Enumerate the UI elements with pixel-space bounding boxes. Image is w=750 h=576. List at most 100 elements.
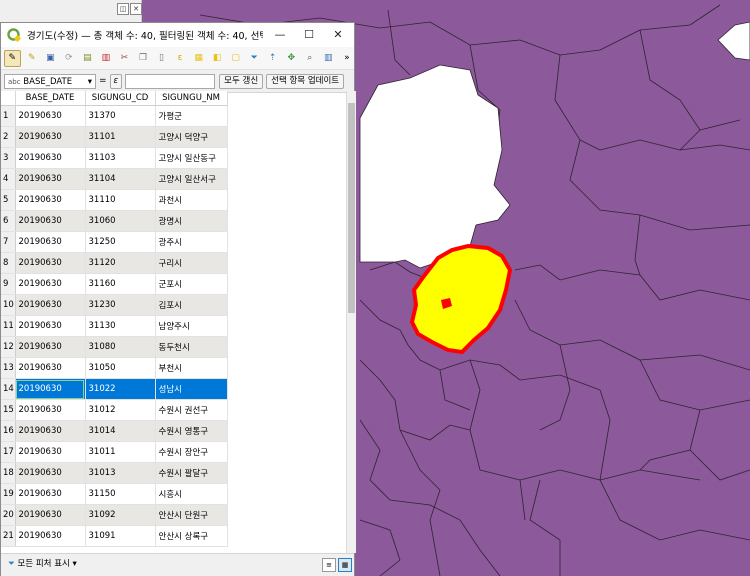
cell-sigungu-cd[interactable]: 31130 [85, 315, 156, 337]
new-field-icon[interactable]: ▥ [321, 51, 336, 66]
cell-base-date[interactable]: 20190630 [15, 210, 86, 232]
expression-input[interactable] [125, 73, 216, 89]
select-all-icon[interactable]: ▦ [191, 51, 206, 66]
toggle-edit-icon[interactable]: ✎ [4, 49, 21, 67]
cell-sigungu-cd[interactable]: 31050 [85, 357, 156, 379]
cell-sigungu-nm[interactable]: 구리시 [155, 252, 228, 274]
row-number[interactable]: 4 [1, 168, 16, 190]
cell-base-date[interactable]: 20190630 [15, 483, 86, 505]
cell-base-date[interactable]: 20190630 [15, 231, 86, 253]
cell-sigungu-cd[interactable]: 31011 [85, 441, 156, 463]
toolbar-overflow-button[interactable]: » [340, 51, 355, 66]
row-number[interactable]: 1 [1, 105, 16, 127]
cell-sigungu-cd[interactable]: 31014 [85, 420, 156, 442]
cell-sigungu-nm[interactable]: 광주시 [155, 231, 228, 253]
maximize-button[interactable]: ☐ [294, 23, 324, 47]
copy-icon[interactable]: ❐ [136, 51, 151, 66]
table-row[interactable]: 5 20190630 31110 과천시 [1, 189, 228, 211]
delete-feature-icon[interactable]: ▥ [99, 51, 114, 66]
cell-sigungu-cd[interactable]: 31230 [85, 294, 156, 316]
title-bar[interactable]: 경기도(수정) — 총 객체 수: 40, 필터링된 객체 수: 40, 선택.… [1, 23, 354, 47]
field-select[interactable]: abc BASE_DATE ▾ [4, 73, 96, 89]
row-number[interactable]: 3 [1, 147, 16, 169]
row-number[interactable]: 9 [1, 273, 16, 295]
cell-sigungu-cd[interactable]: 31103 [85, 147, 156, 169]
corner-header[interactable] [1, 91, 16, 106]
row-number[interactable]: 17 [1, 441, 16, 463]
cell-base-date[interactable]: 20190630 [15, 441, 86, 463]
invert-selection-icon[interactable]: ◧ [210, 51, 225, 66]
vertical-scrollbar[interactable] [346, 91, 356, 553]
table-row[interactable]: 4 20190630 31104 고양시 일산서구 [1, 168, 228, 190]
row-number[interactable]: 20 [1, 504, 16, 526]
cell-sigungu-cd[interactable]: 31104 [85, 168, 156, 190]
row-number[interactable]: 19 [1, 483, 16, 505]
paste-icon[interactable]: ▯ [154, 51, 169, 66]
cell-sigungu-nm[interactable]: 김포시 [155, 294, 228, 316]
column-header-base-date[interactable]: BASE_DATE [15, 91, 86, 106]
row-number[interactable]: 15 [1, 399, 16, 421]
row-number[interactable]: 21 [1, 525, 16, 547]
cell-sigungu-nm[interactable]: 수원시 장안구 [155, 441, 228, 463]
save-edits-icon[interactable]: ▣ [43, 51, 58, 66]
table-row[interactable]: 15 20190630 31012 수원시 권선구 [1, 399, 228, 421]
cell-base-date[interactable]: 20190630 [15, 189, 86, 211]
move-selection-top-icon[interactable]: ⇡ [265, 51, 280, 66]
cell-base-date[interactable]: 20190630 [15, 336, 86, 358]
cell-sigungu-nm[interactable]: 안산시 단원구 [155, 504, 228, 526]
table-row[interactable]: 20 20190630 31092 안산시 단원구 [1, 504, 228, 526]
table-row[interactable]: 21 20190630 31091 안산시 상록구 [1, 525, 228, 547]
update-selected-button[interactable]: 선택 항목 업데이트 [266, 73, 345, 89]
cell-sigungu-nm[interactable]: 수원시 권선구 [155, 399, 228, 421]
cell-sigungu-cd[interactable]: 31092 [85, 504, 156, 526]
cell-sigungu-cd[interactable]: 31370 [85, 105, 156, 127]
deselect-icon[interactable]: ▢ [228, 51, 243, 66]
cell-sigungu-cd[interactable]: 31091 [85, 525, 156, 547]
cell-sigungu-cd[interactable]: 31250 [85, 231, 156, 253]
cell-sigungu-cd[interactable]: 31013 [85, 462, 156, 484]
cell-sigungu-nm[interactable]: 성남시 [155, 378, 228, 400]
filter-icon[interactable]: ⏷ [247, 51, 262, 66]
cell-sigungu-nm[interactable]: 수원시 팔달구 [155, 462, 228, 484]
cell-sigungu-cd[interactable]: 31012 [85, 399, 156, 421]
table-row[interactable]: 19 20190630 31150 시흥시 [1, 483, 228, 505]
cell-sigungu-cd[interactable]: 31160 [85, 273, 156, 295]
cell-sigungu-nm[interactable]: 고양시 일산동구 [155, 147, 228, 169]
cell-sigungu-cd[interactable]: 31080 [85, 336, 156, 358]
row-number[interactable]: 16 [1, 420, 16, 442]
cell-sigungu-nm[interactable]: 동두천시 [155, 336, 228, 358]
cell-base-date[interactable]: 20190630 [15, 378, 86, 400]
cell-sigungu-nm[interactable]: 시흥시 [155, 483, 228, 505]
cell-base-date[interactable]: 20190630 [15, 504, 86, 526]
column-header-sigungu-nm[interactable]: SIGUNGU_NM [155, 91, 228, 106]
pan-to-selection-icon[interactable]: ✥ [284, 51, 299, 66]
table-row[interactable]: 2 20190630 31101 고양시 덕양구 [1, 126, 228, 148]
row-number[interactable]: 5 [1, 189, 16, 211]
cell-sigungu-nm[interactable]: 군포시 [155, 273, 228, 295]
table-row[interactable]: 14 20190630 31022 성남시 [1, 378, 228, 400]
cell-sigungu-nm[interactable]: 고양시 덕양구 [155, 126, 228, 148]
cell-sigungu-cd[interactable]: 31110 [85, 189, 156, 211]
row-number[interactable]: 12 [1, 336, 16, 358]
row-number[interactable]: 7 [1, 231, 16, 253]
cell-sigungu-cd[interactable]: 31022 [85, 378, 156, 400]
table-row[interactable]: 13 20190630 31050 부천시 [1, 357, 228, 379]
table-row[interactable]: 11 20190630 31130 남양주시 [1, 315, 228, 337]
cell-sigungu-nm[interactable]: 남양주시 [155, 315, 228, 337]
cell-base-date[interactable]: 20190630 [15, 462, 86, 484]
cell-base-date[interactable]: 20190630 [15, 357, 86, 379]
cell-base-date[interactable]: 20190630 [15, 126, 86, 148]
cell-sigungu-nm[interactable]: 수원시 영통구 [155, 420, 228, 442]
table-row[interactable]: 3 20190630 31103 고양시 일산동구 [1, 147, 228, 169]
cell-base-date[interactable]: 20190630 [15, 315, 86, 337]
cell-sigungu-cd[interactable]: 31060 [85, 210, 156, 232]
cell-sigungu-nm[interactable]: 안산시 상록구 [155, 525, 228, 547]
cell-sigungu-nm[interactable]: 가평군 [155, 105, 228, 127]
cell-sigungu-nm[interactable]: 과천시 [155, 189, 228, 211]
cell-base-date[interactable]: 20190630 [15, 252, 86, 274]
row-number[interactable]: 13 [1, 357, 16, 379]
cell-sigungu-nm[interactable]: 광명시 [155, 210, 228, 232]
cell-base-date[interactable]: 20190630 [15, 399, 86, 421]
row-number[interactable]: 6 [1, 210, 16, 232]
cell-sigungu-cd[interactable]: 31120 [85, 252, 156, 274]
